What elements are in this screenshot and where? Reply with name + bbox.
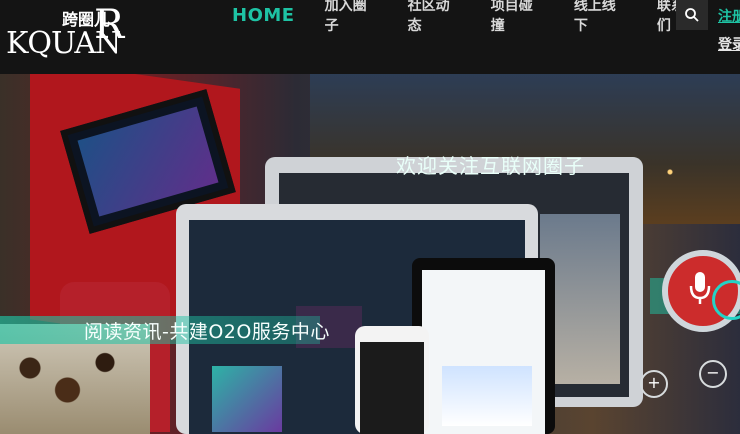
nav-online-offline[interactable]: 线上线下 [574,0,629,35]
nav-community[interactable]: 社区动态 [408,0,463,35]
zoom-out-icon: − [699,360,727,388]
site-logo[interactable]: 跨圈儿 KQUAN R [6,2,125,62]
hero-caption-main: 阅读资讯-共建O2O服务中心 [84,321,330,343]
nav-home[interactable]: HOME [232,5,295,26]
logo-reg-mark: R [94,2,125,48]
hero-banner: + − 欢迎关注互联网圈子 阅读资讯-共建O2O服务中心 [0,74,740,434]
zoom-in-icon: + [640,370,668,398]
main-nav: HOME 加入圈子 社区动态 项目碰撞 线上线下 联系我们 [232,0,740,34]
register-link[interactable]: 注册 [718,6,740,26]
hero-caption-top: 欢迎关注互联网圈子 [396,154,585,178]
hero-phone-image [355,326,429,434]
nav-join-circle[interactable]: 加入圈子 [325,0,380,35]
microphone-icon [689,272,711,304]
search-button[interactable] [676,0,708,30]
hero-tablet-image [412,258,555,434]
search-icon [685,8,699,22]
tablet-chart-area [442,366,532,426]
nav-projects[interactable]: 项目碰撞 [491,0,546,35]
hero-magazine-cover [212,366,282,432]
top-bar: 跨圈儿 KQUAN R HOME 加入圈子 社区动态 项目碰撞 线上线下 联系我… [0,0,740,74]
login-link[interactable]: 登录 [718,34,740,54]
